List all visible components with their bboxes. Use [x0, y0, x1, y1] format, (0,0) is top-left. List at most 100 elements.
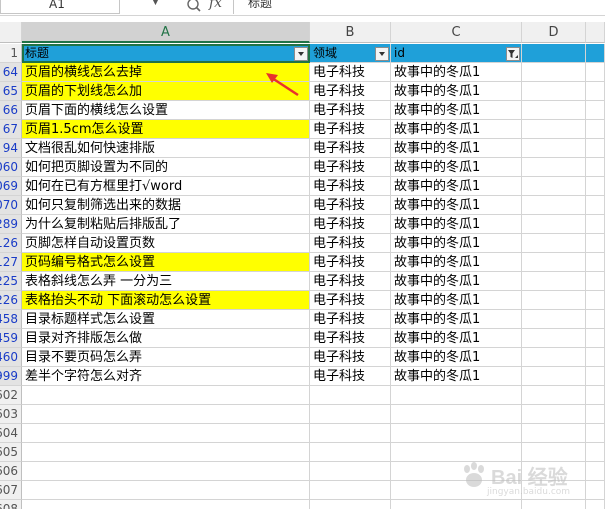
select-all-corner[interactable]: [0, 22, 22, 43]
row-number[interactable]: 67: [0, 120, 22, 139]
empty-cell[interactable]: [391, 386, 522, 405]
title-cell[interactable]: 为什么复制粘贴后排版乱了: [22, 215, 310, 234]
domain-cell[interactable]: 电子科技: [310, 253, 391, 272]
empty-cell[interactable]: [522, 158, 586, 177]
empty-cell[interactable]: [586, 253, 605, 272]
filter-active-button[interactable]: [506, 47, 520, 61]
domain-cell[interactable]: 电子科技: [310, 329, 391, 348]
header-cell-domain[interactable]: 领域: [310, 44, 391, 63]
empty-cell[interactable]: [310, 500, 391, 509]
empty-cell[interactable]: [522, 120, 586, 139]
header-cell-id[interactable]: id: [391, 44, 522, 63]
empty-cell[interactable]: [522, 253, 586, 272]
id-cell[interactable]: 故事中的冬瓜1: [391, 158, 522, 177]
title-cell[interactable]: 表格斜线怎么弄 一分为三: [22, 272, 310, 291]
id-cell[interactable]: 故事中的冬瓜1: [391, 63, 522, 82]
title-cell[interactable]: 如何只复制筛选出来的数据: [22, 196, 310, 215]
empty-cell[interactable]: [522, 82, 586, 101]
domain-cell[interactable]: 电子科技: [310, 63, 391, 82]
domain-cell[interactable]: 电子科技: [310, 367, 391, 386]
empty-cell[interactable]: [586, 367, 605, 386]
id-cell[interactable]: 故事中的冬瓜1: [391, 101, 522, 120]
domain-cell[interactable]: 电子科技: [310, 291, 391, 310]
row-number[interactable]: 127: [0, 253, 22, 272]
empty-cell[interactable]: [522, 234, 586, 253]
title-cell[interactable]: 如何把页脚设置为不同的: [22, 158, 310, 177]
header-cell-d[interactable]: [522, 44, 586, 63]
id-cell[interactable]: 故事中的冬瓜1: [391, 348, 522, 367]
id-cell[interactable]: 故事中的冬瓜1: [391, 196, 522, 215]
empty-cell[interactable]: [22, 405, 310, 424]
title-cell[interactable]: 页脚怎样自动设置页数: [22, 234, 310, 253]
row-number[interactable]: 606: [0, 462, 22, 481]
column-header-e[interactable]: [586, 22, 605, 43]
domain-cell[interactable]: 电子科技: [310, 120, 391, 139]
row-number[interactable]: 070: [0, 196, 22, 215]
title-cell[interactable]: 目录对齐排版怎么做: [22, 329, 310, 348]
id-cell[interactable]: 故事中的冬瓜1: [391, 215, 522, 234]
filter-dropdown-button[interactable]: [375, 47, 389, 61]
id-cell[interactable]: 故事中的冬瓜1: [391, 291, 522, 310]
domain-cell[interactable]: 电子科技: [310, 82, 391, 101]
empty-cell[interactable]: [522, 101, 586, 120]
domain-cell[interactable]: 电子科技: [310, 139, 391, 158]
title-cell[interactable]: 差半个字符怎么对齐: [22, 367, 310, 386]
formula-input[interactable]: 标题: [233, 0, 605, 14]
id-cell[interactable]: 故事中的冬瓜1: [391, 120, 522, 139]
title-cell[interactable]: 目录标题样式怎么设置: [22, 310, 310, 329]
title-cell[interactable]: 表格抬头不动 下面滚动怎么设置: [22, 291, 310, 310]
empty-cell[interactable]: [310, 462, 391, 481]
row-number[interactable]: 289: [0, 215, 22, 234]
domain-cell[interactable]: 电子科技: [310, 310, 391, 329]
empty-cell[interactable]: [522, 367, 586, 386]
column-header-b[interactable]: B: [310, 22, 391, 43]
empty-cell[interactable]: [586, 120, 605, 139]
empty-cell[interactable]: [586, 158, 605, 177]
row-number[interactable]: 66: [0, 101, 22, 120]
header-cell-e[interactable]: [586, 44, 605, 63]
id-cell[interactable]: 故事中的冬瓜1: [391, 177, 522, 196]
empty-cell[interactable]: [522, 405, 586, 424]
title-cell[interactable]: 目录不要页码怎么弄: [22, 348, 310, 367]
empty-cell[interactable]: [22, 500, 310, 509]
row-number[interactable]: 65: [0, 82, 22, 101]
id-cell[interactable]: 故事中的冬瓜1: [391, 329, 522, 348]
row-number[interactable]: 458: [0, 310, 22, 329]
filter-dropdown-button[interactable]: [294, 47, 308, 61]
empty-cell[interactable]: [522, 177, 586, 196]
empty-cell[interactable]: [586, 139, 605, 158]
title-cell[interactable]: 页码编号格式怎么设置: [22, 253, 310, 272]
row-number[interactable]: 069: [0, 177, 22, 196]
domain-cell[interactable]: 电子科技: [310, 215, 391, 234]
empty-cell[interactable]: [586, 234, 605, 253]
empty-cell[interactable]: [522, 386, 586, 405]
title-cell[interactable]: 页眉下面的横线怎么设置: [22, 101, 310, 120]
row-number[interactable]: 64: [0, 63, 22, 82]
row-number[interactable]: 060: [0, 158, 22, 177]
empty-cell[interactable]: [522, 310, 586, 329]
empty-cell[interactable]: [391, 405, 522, 424]
row-number[interactable]: 226: [0, 291, 22, 310]
title-cell[interactable]: 页眉1.5cm怎么设置: [22, 120, 310, 139]
domain-cell[interactable]: 电子科技: [310, 196, 391, 215]
row-number[interactable]: 999: [0, 367, 22, 386]
empty-cell[interactable]: [586, 405, 605, 424]
empty-cell[interactable]: [22, 462, 310, 481]
empty-cell[interactable]: [522, 348, 586, 367]
empty-cell[interactable]: [522, 63, 586, 82]
row-number[interactable]: 94: [0, 139, 22, 158]
empty-cell[interactable]: [586, 215, 605, 234]
row-number[interactable]: 605: [0, 443, 22, 462]
title-cell[interactable]: 如何在已有方框里打√word: [22, 177, 310, 196]
empty-cell[interactable]: [522, 196, 586, 215]
column-header-c[interactable]: C: [391, 22, 522, 43]
empty-cell[interactable]: [586, 177, 605, 196]
id-cell[interactable]: 故事中的冬瓜1: [391, 310, 522, 329]
id-cell[interactable]: 故事中的冬瓜1: [391, 234, 522, 253]
row-number[interactable]: 607: [0, 481, 22, 500]
domain-cell[interactable]: 电子科技: [310, 158, 391, 177]
empty-cell[interactable]: [586, 424, 605, 443]
empty-cell[interactable]: [522, 329, 586, 348]
row-number[interactable]: 1: [0, 44, 22, 63]
empty-cell[interactable]: [310, 405, 391, 424]
